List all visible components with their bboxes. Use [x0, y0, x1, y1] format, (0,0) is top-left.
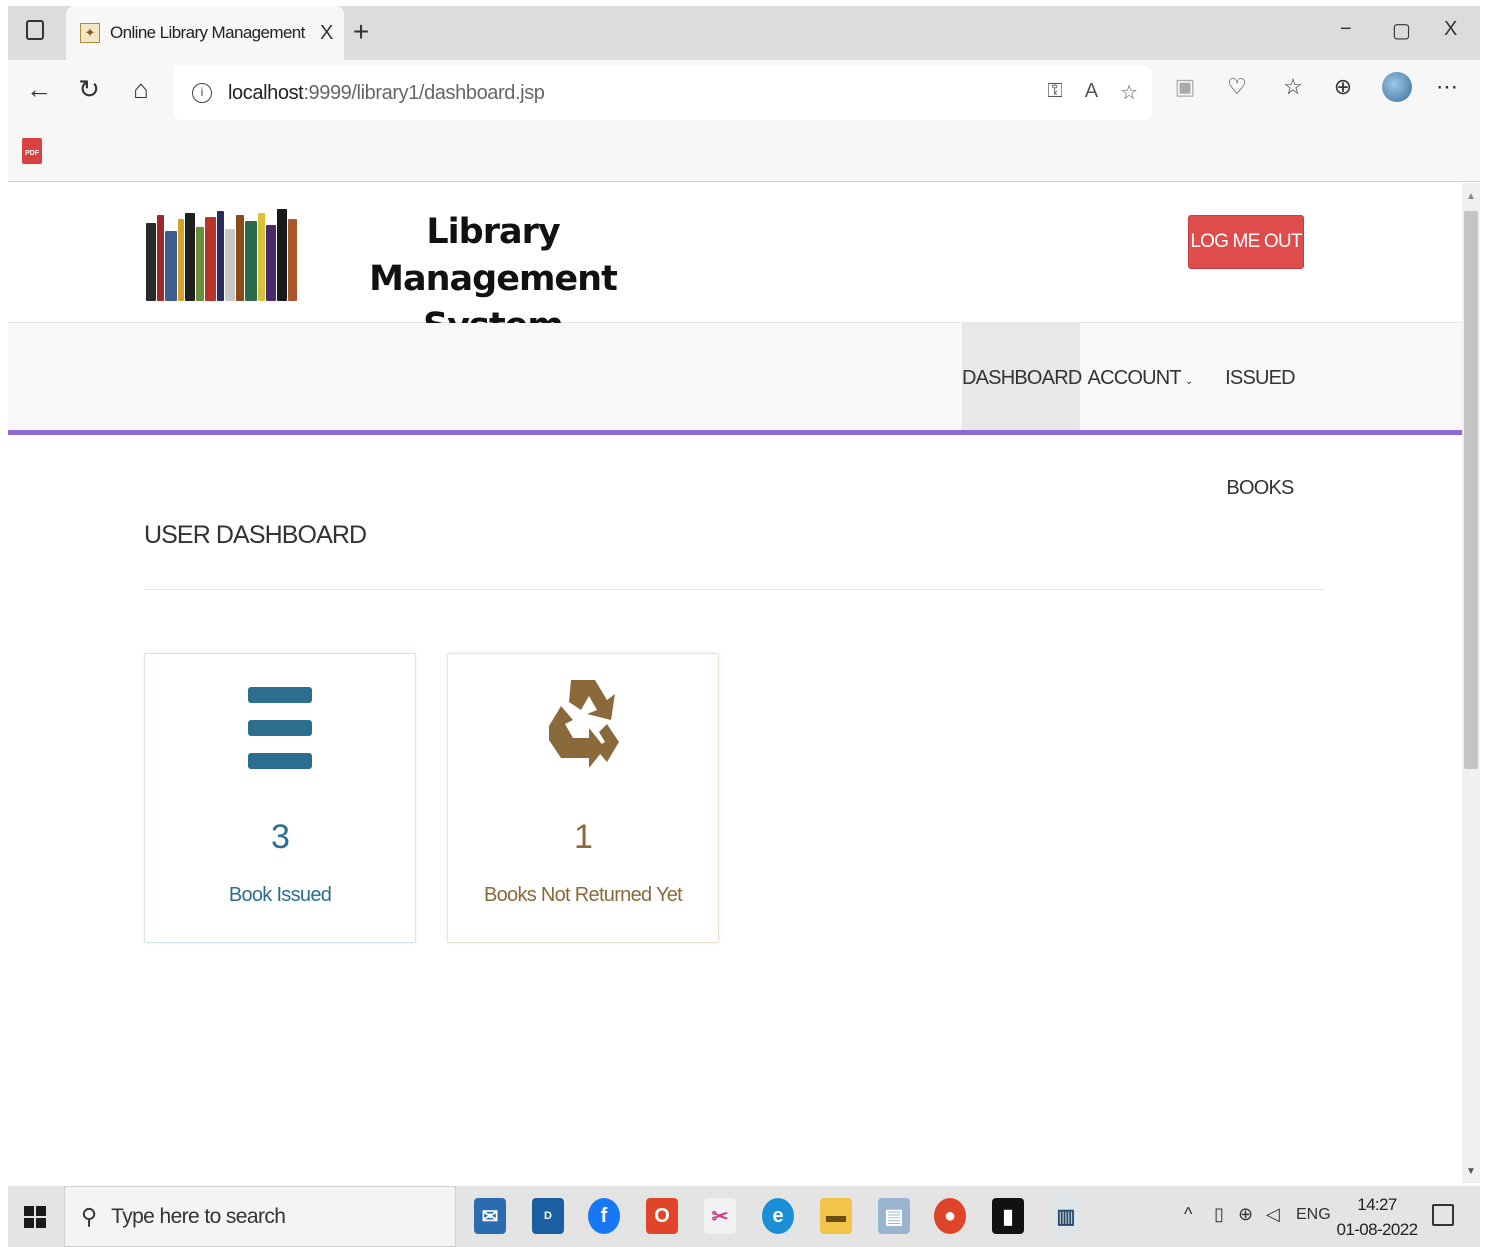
- nav-dashboard[interactable]: DASHBOARD: [962, 323, 1082, 430]
- tray-device-icon[interactable]: ▯: [1214, 1204, 1224, 1225]
- language-indicator[interactable]: ENG: [1296, 1206, 1331, 1224]
- library-logo: [146, 209, 298, 301]
- not-returned-count: 1: [574, 818, 593, 856]
- page-title: USER DASHBOARD: [144, 521, 367, 549]
- windows-start-icon[interactable]: [24, 1206, 46, 1228]
- browser-titlebar: ✦ Online Library Management System X + −…: [8, 6, 1480, 60]
- url-text[interactable]: localhost:9999/library1/dashboard.jsp: [228, 82, 545, 105]
- file-explorer-icon[interactable]: ▬: [820, 1198, 852, 1234]
- book-issued-label: Book Issued: [228, 884, 332, 906]
- clock-date: 01-08-2022: [1336, 1220, 1419, 1239]
- snip-icon[interactable]: ✂: [704, 1198, 736, 1234]
- search-placeholder: Type here to search: [111, 1204, 286, 1228]
- tab-switcher-icon[interactable]: [26, 20, 44, 40]
- site-header: Library Management System LOG ME OUT: [8, 183, 1462, 346]
- address-bar[interactable]: i localhost:9999/library1/dashboard.jsp …: [174, 66, 1152, 120]
- profile-avatar-icon[interactable]: [1382, 72, 1412, 102]
- dell-icon[interactable]: D: [532, 1198, 564, 1234]
- page-viewport: Library Management System LOG ME OUT DAS…: [8, 183, 1462, 1183]
- info-icon[interactable]: i: [192, 83, 212, 103]
- chevron-down-icon: ⌄: [1184, 376, 1193, 387]
- windows-taskbar: ⚲ Type here to search ✉ D f O ✂ e ▬ ▤ ● …: [8, 1186, 1480, 1247]
- nav-account[interactable]: ACCOUNT ⌄: [1086, 323, 1194, 430]
- favorite-add-icon[interactable]: ☆: [1120, 80, 1138, 105]
- scroll-thumb[interactable]: [1464, 211, 1478, 769]
- vertical-scrollbar[interactable]: ▲ ▼: [1462, 183, 1480, 1183]
- more-icon[interactable]: ⋯: [1432, 74, 1462, 100]
- restore-button[interactable]: ▢: [1392, 18, 1411, 43]
- minimize-button[interactable]: −: [1340, 18, 1352, 41]
- tab-close-button[interactable]: X: [320, 22, 333, 45]
- office-icon[interactable]: O: [646, 1198, 678, 1234]
- extension-icon[interactable]: ▣: [1170, 74, 1200, 100]
- mail-icon[interactable]: ✉: [474, 1198, 506, 1234]
- edge-icon[interactable]: e: [762, 1198, 794, 1234]
- browser-essentials-icon[interactable]: ♡: [1222, 74, 1252, 100]
- scroll-up-icon[interactable]: ▲: [1466, 191, 1476, 202]
- favicon-icon: ✦: [80, 23, 100, 43]
- read-aloud-icon[interactable]: A: [1085, 80, 1098, 105]
- volume-icon[interactable]: ◁: [1266, 1204, 1280, 1225]
- refresh-icon[interactable]: ↻: [72, 74, 106, 105]
- tray-expand-icon[interactable]: ^: [1184, 1204, 1192, 1225]
- pdf-icon[interactable]: PDF: [22, 138, 42, 164]
- network-icon[interactable]: ⊕: [1238, 1204, 1253, 1225]
- browser-toolbar: ← ↻ ⌂ i localhost:9999/library1/dashboar…: [8, 60, 1480, 126]
- browser-tab[interactable]: ✦ Online Library Management System X: [66, 6, 344, 60]
- scroll-down-icon[interactable]: ▼: [1466, 1166, 1476, 1177]
- bookmarks-bar: PDF: [8, 126, 1480, 182]
- not-returned-card[interactable]: 1 Books Not Returned Yet: [447, 653, 719, 943]
- title-divider: [144, 589, 1324, 590]
- list-bars-icon: [145, 676, 415, 780]
- nav-issued-books[interactable]: ISSUED BOOKS: [1200, 323, 1320, 499]
- favorites-icon[interactable]: ☆: [1278, 74, 1308, 100]
- brand-line-1: Library Management: [369, 212, 618, 299]
- close-window-button[interactable]: X: [1444, 18, 1457, 41]
- not-returned-label: Books Not Returned Yet: [483, 884, 683, 906]
- back-icon[interactable]: ←: [22, 74, 56, 105]
- notepad-icon[interactable]: ▤: [878, 1198, 910, 1234]
- facebook-icon[interactable]: f: [588, 1198, 620, 1234]
- new-tab-button[interactable]: +: [346, 16, 376, 48]
- book-issued-card[interactable]: 3 Book Issued: [144, 653, 416, 943]
- main-navbar: DASHBOARD ACCOUNT ⌄ ISSUED BOOKS: [8, 323, 1462, 499]
- recycle-icon: [448, 676, 718, 780]
- taskbar-clock[interactable]: 14:27 01-08-2022: [1332, 1192, 1422, 1242]
- collections-icon[interactable]: ⊕: [1328, 74, 1358, 100]
- search-icon: ⚲: [81, 1203, 98, 1229]
- terminal-icon[interactable]: ▮: [992, 1198, 1024, 1234]
- home-icon[interactable]: ⌂: [124, 74, 158, 105]
- chrome-icon[interactable]: ●: [934, 1198, 966, 1234]
- password-icon[interactable]: ⚿: [1047, 80, 1062, 105]
- tab-title: Online Library Management System: [110, 23, 310, 42]
- book-issued-count: 3: [271, 818, 290, 856]
- app-icon[interactable]: ▥: [1050, 1198, 1082, 1234]
- taskbar-search-input[interactable]: ⚲ Type here to search: [64, 1186, 456, 1247]
- clock-time: 14:27: [1357, 1195, 1397, 1214]
- notification-icon[interactable]: [1432, 1204, 1454, 1226]
- logout-button[interactable]: LOG ME OUT: [1188, 215, 1304, 269]
